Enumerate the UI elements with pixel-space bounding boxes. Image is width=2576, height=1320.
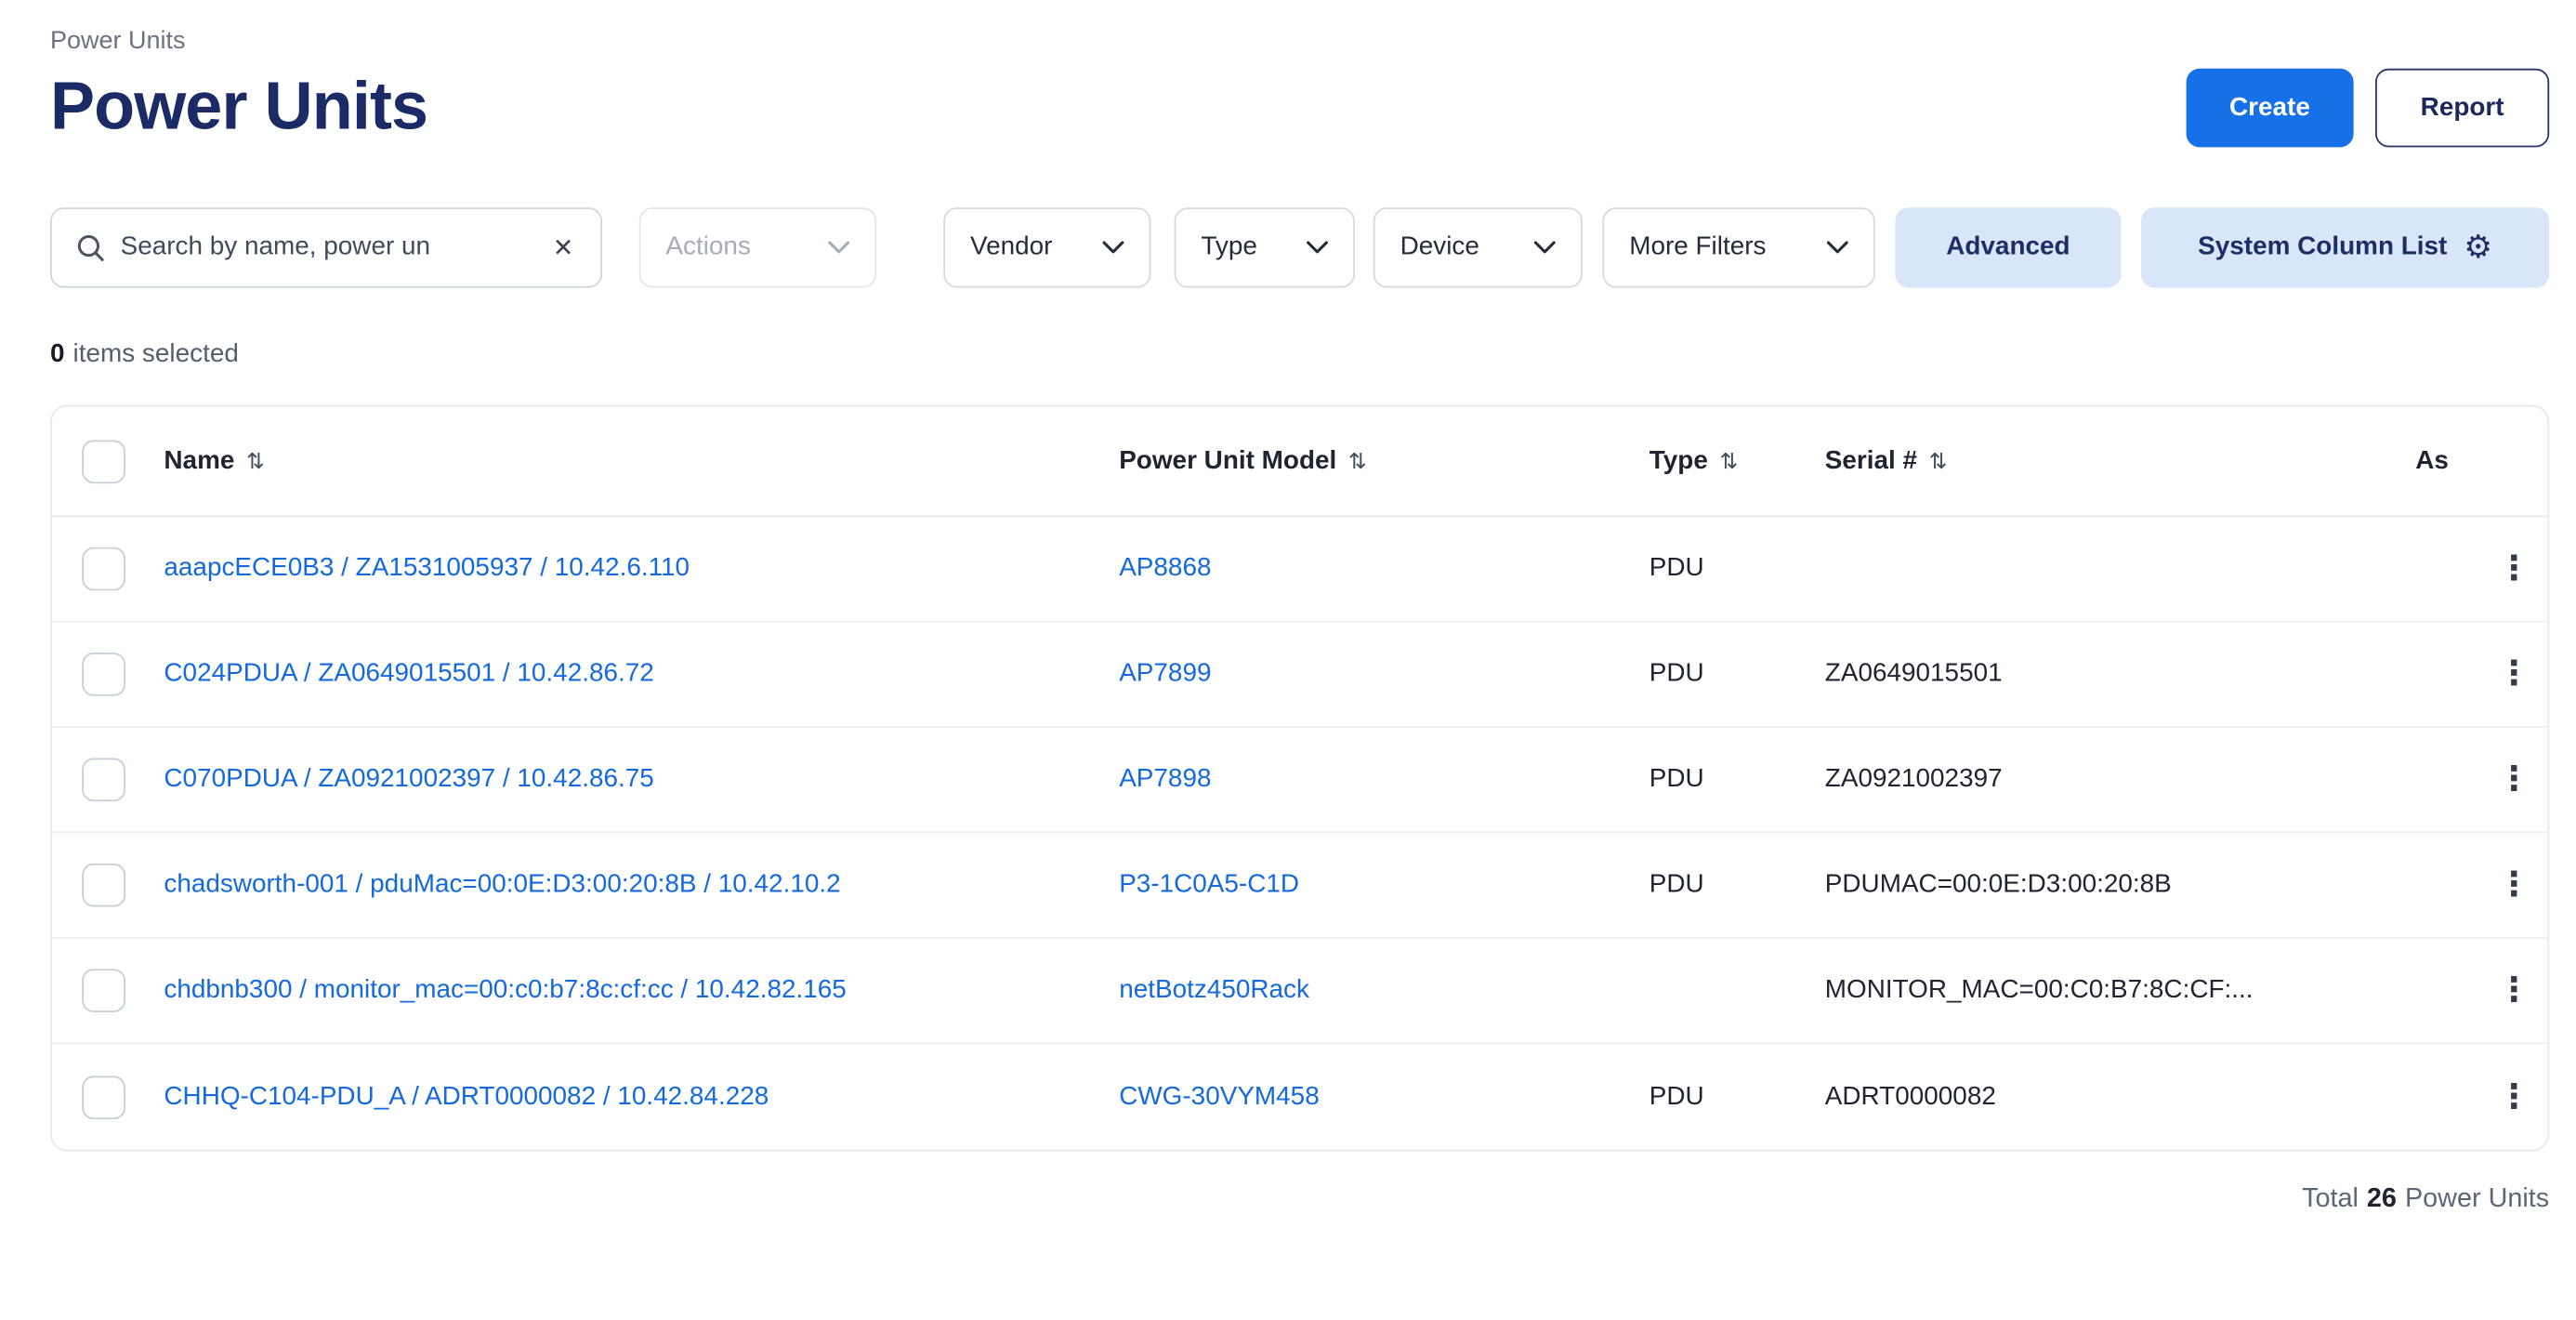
- type-dropdown[interactable]: Type: [1175, 207, 1355, 287]
- power-unit-model-link[interactable]: CWG-30VYM458: [1119, 1082, 1320, 1111]
- total-count: 26: [2367, 1184, 2397, 1213]
- create-button[interactable]: Create: [2186, 69, 2353, 148]
- serial-value: ZA0921002397: [1825, 765, 2415, 795]
- row-checkbox[interactable]: [82, 1076, 125, 1119]
- device-dropdown[interactable]: Device: [1373, 207, 1583, 287]
- power-unit-model-link[interactable]: AP7899: [1119, 659, 1211, 688]
- vendor-dropdown[interactable]: Vendor: [943, 207, 1150, 287]
- table-row: chadsworth-001 / pduMac=00:0E:D3:00:20:8…: [52, 833, 2548, 938]
- power-unit-name-link[interactable]: chdbnb300 / monitor_mac=00:c0:b7:8c:cf:c…: [164, 975, 846, 1004]
- type-value: PDU: [1649, 1082, 1825, 1112]
- advanced-button[interactable]: Advanced: [1895, 207, 2121, 287]
- power-unit-model-link[interactable]: netBotz450Rack: [1119, 975, 1309, 1004]
- report-button[interactable]: Report: [2375, 69, 2549, 148]
- type-value: PDU: [1649, 554, 1825, 584]
- column-header-serial[interactable]: Serial # ⇅: [1825, 446, 2415, 476]
- row-actions-kebab-icon[interactable]: ⋮: [2488, 967, 2542, 1013]
- power-unit-name-link[interactable]: CHHQ-C104-PDU_A / ADRT0000082 / 10.42.84…: [164, 1082, 769, 1111]
- table-row: C070PDUA / ZA0921002397 / 10.42.86.75 AP…: [52, 728, 2548, 833]
- power-unit-model-link[interactable]: AP8868: [1119, 554, 1211, 583]
- column-label: Type: [1649, 446, 1708, 476]
- power-unit-name-link[interactable]: chadsworth-001 / pduMac=00:0E:D3:00:20:8…: [164, 870, 840, 899]
- actions-dropdown[interactable]: Actions: [639, 207, 877, 287]
- search-box[interactable]: ✕: [50, 207, 602, 287]
- type-value: PDU: [1649, 765, 1825, 795]
- chevron-down-icon: [1307, 241, 1328, 254]
- search-input[interactable]: [121, 232, 534, 262]
- more-filters-dropdown[interactable]: More Filters: [1602, 207, 1874, 287]
- vendor-dropdown-label: Vendor: [970, 232, 1052, 262]
- filter-bar: ✕ Actions Vendor Type: [50, 207, 2549, 287]
- row-actions-kebab-icon[interactable]: ⋮: [2488, 1074, 2542, 1120]
- clear-search-icon[interactable]: ✕: [549, 230, 577, 267]
- page-header: Power Units Create Report: [50, 69, 2549, 148]
- row-checkbox[interactable]: [82, 969, 125, 1012]
- power-unit-model-link[interactable]: P3-1C0A5-C1D: [1119, 870, 1299, 899]
- row-checkbox[interactable]: [82, 653, 125, 696]
- serial-value: PDUMAC=00:0E:D3:00:20:8B: [1825, 870, 2415, 900]
- column-label: Name: [164, 446, 234, 476]
- row-actions-kebab-icon[interactable]: ⋮: [2488, 651, 2542, 697]
- search-icon: [75, 232, 105, 262]
- column-header-assigned[interactable]: As: [2415, 446, 2477, 476]
- power-units-table: Name ⇅ Power Unit Model ⇅ Type ⇅ Serial …: [50, 405, 2549, 1152]
- sort-icon[interactable]: ⇅: [1929, 448, 1948, 475]
- row-actions-kebab-icon[interactable]: ⋮: [2488, 757, 2542, 803]
- breadcrumb[interactable]: Power Units: [50, 27, 2549, 56]
- total-suffix: Power Units: [2405, 1184, 2549, 1213]
- more-filters-dropdown-label: More Filters: [1629, 232, 1766, 262]
- chevron-down-icon: [828, 241, 849, 254]
- selection-status: 0 items selected: [50, 339, 2549, 369]
- system-column-list-label: System Column List: [2198, 232, 2447, 262]
- header-actions: Create Report: [2186, 69, 2549, 148]
- table-row: CHHQ-C104-PDU_A / ADRT0000082 / 10.42.84…: [52, 1044, 2548, 1149]
- chevron-down-icon: [1827, 241, 1848, 254]
- column-label: Serial #: [1825, 446, 1917, 476]
- power-units-page: Power Units Power Units Create Report ✕: [0, 0, 2576, 1320]
- row-checkbox[interactable]: [82, 864, 125, 907]
- system-column-list-button[interactable]: System Column List ⚙: [2141, 207, 2549, 287]
- type-dropdown-label: Type: [1201, 232, 1256, 262]
- column-label: As: [2415, 446, 2449, 476]
- serial-value: MONITOR_MAC=00:C0:B7:8C:CF:...: [1825, 975, 2415, 1005]
- device-dropdown-label: Device: [1400, 232, 1479, 262]
- selected-label: items selected: [73, 339, 239, 368]
- sort-icon[interactable]: ⇅: [1348, 448, 1367, 475]
- chevron-down-icon: [1534, 241, 1556, 254]
- gear-icon: ⚙: [2464, 231, 2492, 263]
- selected-count: 0: [50, 339, 65, 368]
- row-checkbox[interactable]: [82, 758, 125, 801]
- page-title: Power Units: [50, 71, 427, 146]
- power-unit-name-link[interactable]: aaapcECE0B3 / ZA1531005937 / 10.42.6.110: [164, 554, 690, 583]
- type-value: PDU: [1649, 870, 1825, 900]
- type-value: PDU: [1649, 659, 1825, 689]
- column-label: Power Unit Model: [1119, 446, 1336, 476]
- serial-value: ADRT0000082: [1825, 1082, 2415, 1112]
- viewport: Power Units Power Units Create Report ✕: [0, 0, 2576, 1320]
- sort-icon[interactable]: ⇅: [246, 448, 265, 475]
- column-header-name[interactable]: Name ⇅: [164, 446, 1119, 476]
- actions-dropdown-label: Actions: [665, 232, 751, 262]
- total-label: Total: [2302, 1184, 2359, 1213]
- table-header-row: Name ⇅ Power Unit Model ⇅ Type ⇅ Serial …: [52, 406, 2548, 517]
- serial-value: ZA0649015501: [1825, 659, 2415, 689]
- column-header-type[interactable]: Type ⇅: [1649, 446, 1825, 476]
- table-row: chdbnb300 / monitor_mac=00:c0:b7:8c:cf:c…: [52, 939, 2548, 1044]
- row-actions-kebab-icon[interactable]: ⋮: [2488, 546, 2542, 592]
- table-row: aaapcECE0B3 / ZA1531005937 / 10.42.6.110…: [52, 517, 2548, 622]
- row-checkbox[interactable]: [82, 548, 125, 591]
- table-total: Total 26 Power Units: [50, 1184, 2549, 1214]
- sort-icon[interactable]: ⇅: [1719, 448, 1738, 475]
- row-actions-kebab-icon[interactable]: ⋮: [2488, 862, 2542, 908]
- table-row: C024PDUA / ZA0649015501 / 10.42.86.72 AP…: [52, 623, 2548, 728]
- power-unit-name-link[interactable]: C070PDUA / ZA0921002397 / 10.42.86.75: [164, 765, 653, 794]
- power-unit-name-link[interactable]: C024PDUA / ZA0649015501 / 10.42.86.72: [164, 659, 653, 688]
- chevron-down-icon: [1102, 241, 1124, 254]
- select-all-checkbox[interactable]: [82, 440, 125, 483]
- column-header-model[interactable]: Power Unit Model ⇅: [1119, 446, 1649, 476]
- power-unit-model-link[interactable]: AP7898: [1119, 765, 1211, 794]
